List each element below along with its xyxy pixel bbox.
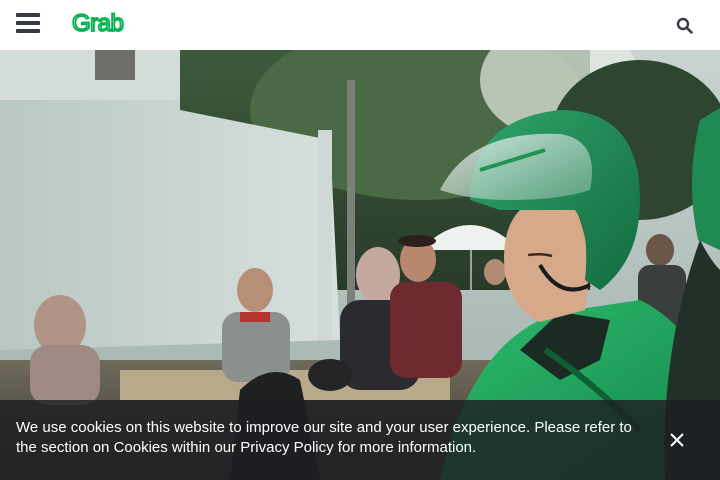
top-navigation-bar: Grab bbox=[0, 0, 720, 50]
hamburger-menu-icon[interactable] bbox=[16, 13, 40, 35]
menu-bar-line bbox=[16, 13, 40, 17]
close-icon[interactable] bbox=[670, 433, 684, 447]
menu-bar-line bbox=[16, 21, 40, 25]
search-icon[interactable] bbox=[676, 17, 694, 35]
cookie-message: We use cookies on this website to improv… bbox=[16, 419, 632, 456]
grab-logo[interactable]: Grab bbox=[72, 9, 138, 37]
cookie-consent-banner: We use cookies on this website to improv… bbox=[0, 400, 720, 480]
menu-bar-line bbox=[16, 29, 40, 33]
logo-text: Grab bbox=[72, 10, 124, 37]
